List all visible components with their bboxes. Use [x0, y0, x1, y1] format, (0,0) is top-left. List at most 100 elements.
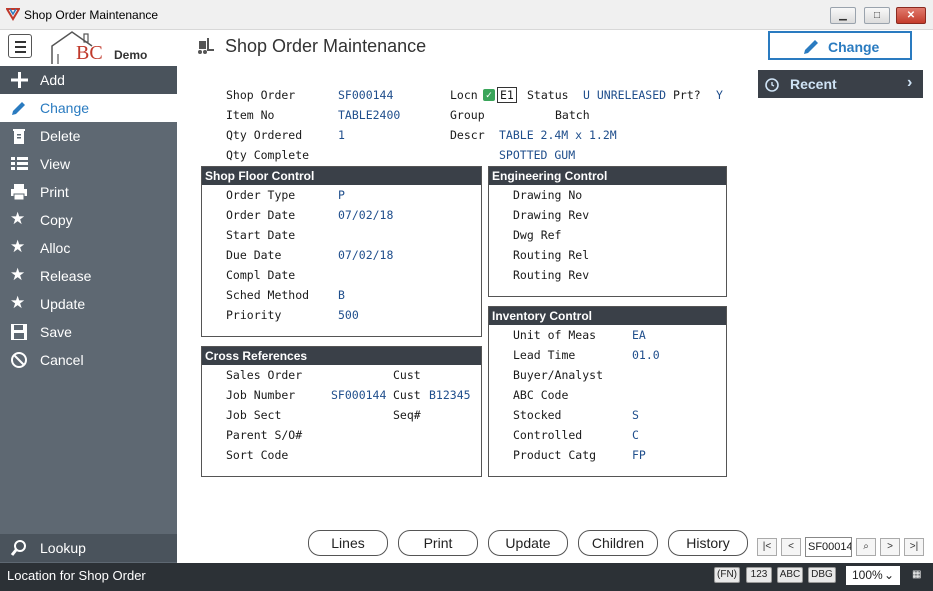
- cust-label-2: Cust: [393, 388, 421, 402]
- forklift-icon: [198, 38, 214, 54]
- item-no-value[interactable]: TABLE2400: [338, 108, 400, 122]
- sidebar-item-add[interactable]: Add: [0, 66, 177, 94]
- order-type-value[interactable]: P: [338, 188, 345, 202]
- children-button[interactable]: Children: [578, 530, 658, 556]
- print-button[interactable]: Print: [398, 530, 478, 556]
- cust-value[interactable]: B12345: [429, 388, 471, 402]
- sidebar-item-delete[interactable]: Delete: [0, 122, 177, 150]
- product-catg-label: Product Catg: [513, 448, 597, 462]
- sidebar-item-update[interactable]: ★ Update: [0, 290, 177, 318]
- qty-complete-label: Qty Complete: [226, 148, 310, 162]
- sidebar-item-release[interactable]: ★ Release: [0, 262, 177, 290]
- priority-value[interactable]: 500: [338, 308, 359, 322]
- sidebar-item-copy[interactable]: ★ Copy: [0, 206, 177, 234]
- qty-ordered-value[interactable]: 1: [338, 128, 345, 142]
- lead-time-value[interactable]: 01.0: [632, 348, 660, 362]
- panel-title: Cross References: [202, 347, 481, 365]
- sidebar-item-view[interactable]: View: [0, 150, 177, 178]
- history-button[interactable]: History: [668, 530, 748, 556]
- parent-so-label: Parent S/O#: [226, 428, 303, 442]
- order-date-value[interactable]: 07/02/18: [338, 208, 393, 222]
- shop-order-value[interactable]: SF000144: [338, 88, 393, 102]
- last-record-icon[interactable]: >|: [904, 538, 924, 556]
- logo-text: BC: [76, 42, 103, 64]
- lead-time-label: Lead Time: [513, 348, 576, 362]
- pencil-icon: [804, 40, 818, 54]
- cust-label: Cust: [393, 368, 421, 382]
- chevron-down-icon: ⌄: [883, 568, 894, 582]
- due-date-value[interactable]: 07/02/18: [338, 248, 393, 262]
- priority-label: Priority: [226, 308, 282, 322]
- logo-demo-label: Demo: [114, 48, 148, 62]
- prt-value[interactable]: Y: [716, 88, 723, 102]
- batch-label: Batch: [555, 108, 590, 122]
- sidebar-item-label: View: [40, 156, 71, 172]
- sidebar-item-cancel[interactable]: Cancel: [0, 346, 177, 374]
- next-record-icon[interactable]: >: [880, 538, 900, 556]
- panel-title: Shop Floor Control: [202, 167, 481, 185]
- job-number-label: Job Number: [226, 388, 296, 402]
- close-window-button[interactable]: ✕: [896, 7, 926, 24]
- numeric-chip[interactable]: 123: [746, 567, 772, 583]
- minimize-button[interactable]: ▁: [830, 7, 856, 24]
- status-message: Location for Shop Order: [7, 568, 146, 583]
- menu-button[interactable]: [8, 34, 32, 58]
- sidebar-item-label: Alloc: [40, 240, 71, 256]
- sidebar-item-label: Add: [40, 72, 65, 88]
- change-mode-label: Change: [828, 39, 880, 55]
- item-no-label: Item No: [226, 108, 275, 122]
- sidebar: Add Change Delete View Print ★ Copy ★ Al…: [0, 66, 177, 563]
- check-icon: ✓: [483, 89, 495, 101]
- pencil-icon: [12, 102, 25, 115]
- maximize-button[interactable]: □: [864, 7, 890, 24]
- record-navigator-field[interactable]: SF00014: [805, 537, 852, 557]
- printer-icon: [11, 184, 27, 200]
- sched-method-label: Sched Method: [226, 288, 310, 302]
- grid-icon[interactable]: ▦: [912, 569, 921, 580]
- locn-label: Locn: [450, 88, 478, 102]
- sidebar-item-alloc[interactable]: ★ Alloc: [0, 234, 177, 262]
- sidebar-item-label: Release: [40, 268, 92, 284]
- due-date-label: Due Date: [226, 248, 282, 262]
- panel-title: Inventory Control: [489, 307, 726, 325]
- sidebar-item-print[interactable]: Print: [0, 178, 177, 206]
- app-icon: [6, 8, 20, 21]
- update-button[interactable]: Update: [488, 530, 568, 556]
- job-number-value[interactable]: SF000144: [331, 388, 386, 402]
- zoom-select[interactable]: 100% ⌄: [846, 566, 900, 585]
- descr-line1[interactable]: TABLE 2.4M x 1.2M: [499, 128, 617, 142]
- sched-method-value[interactable]: B: [338, 288, 345, 302]
- search-icon: [10, 540, 26, 556]
- debug-chip[interactable]: DBG: [808, 567, 836, 583]
- search-icon[interactable]: ⌕: [856, 538, 876, 556]
- plus-icon: [11, 72, 28, 88]
- list-icon: [11, 157, 28, 170]
- prev-record-icon[interactable]: <: [781, 538, 801, 556]
- lines-button[interactable]: Lines: [308, 530, 388, 556]
- chevron-right-icon: ›: [907, 74, 913, 91]
- recent-panel-button[interactable]: Recent ›: [758, 70, 923, 98]
- abc-chip[interactable]: ABC: [777, 567, 803, 583]
- sidebar-item-change[interactable]: Change: [0, 94, 177, 122]
- sidebar-item-save[interactable]: Save: [0, 318, 177, 346]
- window-title: Shop Order Maintenance: [24, 8, 159, 22]
- sidebar-item-label: Lookup: [40, 540, 86, 556]
- product-catg-value[interactable]: FP: [632, 448, 646, 462]
- sidebar-item-lookup[interactable]: Lookup: [0, 534, 177, 562]
- star-icon: ★: [10, 265, 26, 284]
- change-mode-button[interactable]: Change: [768, 31, 912, 60]
- sidebar-item-label: Cancel: [40, 352, 84, 368]
- first-record-icon[interactable]: |<: [757, 538, 777, 556]
- controlled-value[interactable]: C: [632, 428, 639, 442]
- stocked-value[interactable]: S: [632, 408, 639, 422]
- unit-of-meas-value[interactable]: EA: [632, 328, 646, 342]
- routing-rel-label: Routing Rel: [513, 248, 590, 262]
- fn-chip[interactable]: (FN): [714, 567, 740, 583]
- compl-date-label: Compl Date: [226, 268, 296, 282]
- status-value: U UNRELEASED: [583, 88, 667, 102]
- order-date-label: Order Date: [226, 208, 296, 222]
- descr-line2[interactable]: SPOTTED GUM: [499, 148, 575, 162]
- locn-field[interactable]: E1: [497, 87, 517, 103]
- trash-icon: [13, 129, 25, 144]
- star-icon: ★: [10, 293, 26, 312]
